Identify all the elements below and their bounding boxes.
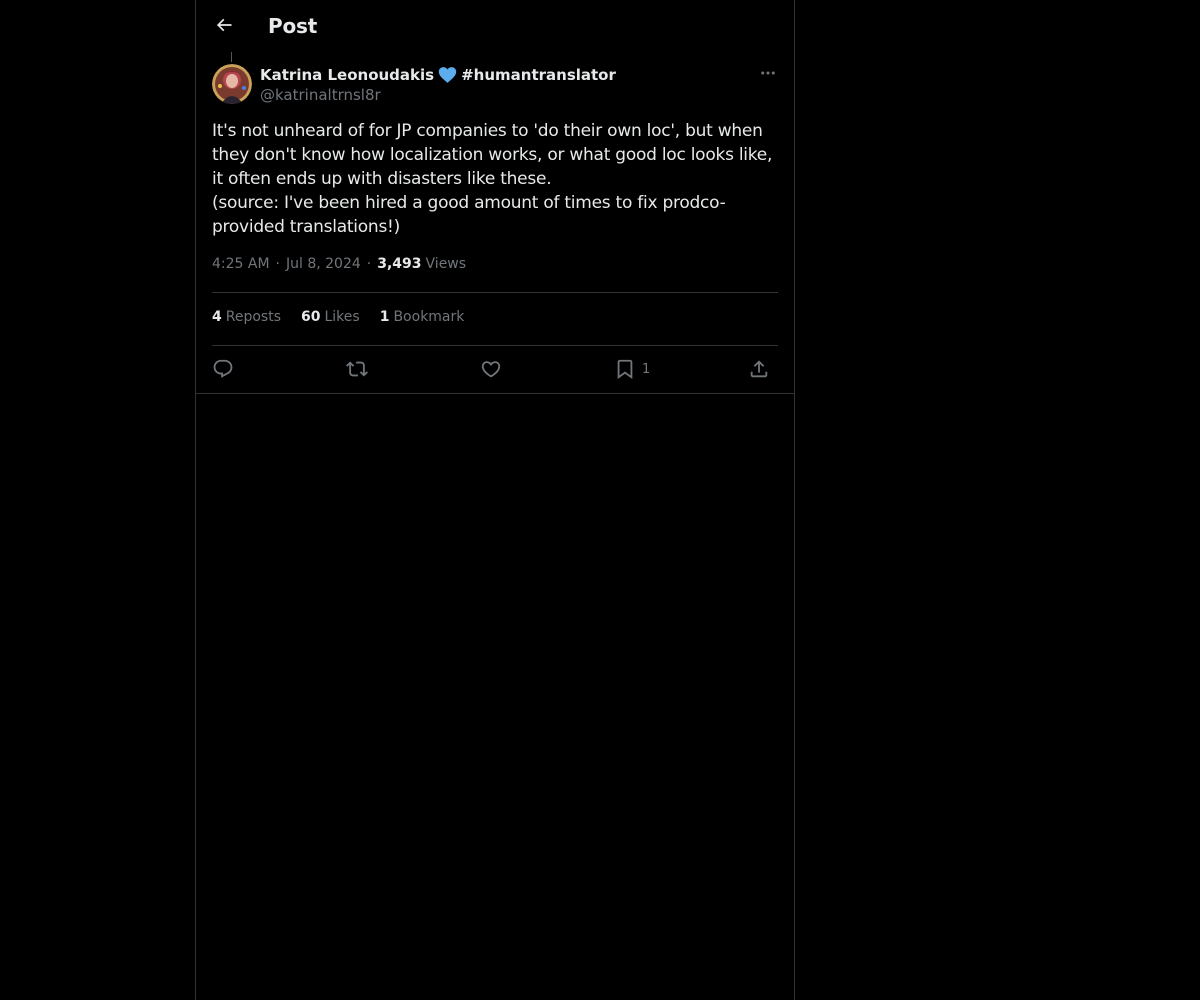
back-button[interactable] xyxy=(208,11,240,43)
engagement-stats: 4 Reposts 60 Likes 1 Bookmark xyxy=(212,309,484,325)
arrow-left-icon xyxy=(214,15,234,39)
like-heart-icon xyxy=(480,358,502,380)
views-label: Views xyxy=(425,256,467,272)
reposts-count: 4 xyxy=(212,309,222,325)
bookmarks-stat[interactable]: 1 Bookmark xyxy=(380,309,465,325)
reply-icon xyxy=(212,358,234,380)
separator-dot: · xyxy=(366,256,372,272)
post-actions: 1 xyxy=(212,356,778,382)
repost-button[interactable] xyxy=(346,356,368,382)
divider xyxy=(212,292,778,293)
separator-dot: · xyxy=(275,256,280,272)
bookmark-button[interactable]: 1 xyxy=(614,356,650,382)
reposts-stat[interactable]: 4 Reposts xyxy=(212,309,281,325)
divider xyxy=(212,345,778,346)
likes-stat[interactable]: 60 Likes xyxy=(301,309,360,325)
bookmark-count: 1 xyxy=(642,361,651,377)
post-header: Post xyxy=(196,0,794,54)
author-name-row: Katrina Leonoudakis #humantranslator xyxy=(260,65,616,85)
share-button[interactable] xyxy=(748,356,770,382)
views-count: 3,493 xyxy=(377,256,422,272)
post-bottom-border xyxy=(196,393,794,394)
thread-connector-line xyxy=(231,52,232,62)
likes-label: Likes xyxy=(324,309,360,325)
avatar[interactable] xyxy=(212,64,252,104)
post-date[interactable]: Jul 8, 2024 xyxy=(286,256,361,272)
post-text: It's not unheard of for JP companies to … xyxy=(212,121,773,237)
more-options-button[interactable] xyxy=(754,64,782,86)
like-button[interactable] xyxy=(480,356,502,382)
repost-icon xyxy=(346,358,368,380)
post-time[interactable]: 4:25 AM xyxy=(212,256,270,272)
bookmark-icon xyxy=(614,358,636,380)
bookmarks-count: 1 xyxy=(379,309,390,325)
likes-count: 60 xyxy=(301,309,321,325)
post-column: Post Katrina Leonoudakis #humantranslato… xyxy=(195,0,795,1000)
blue-heart-icon xyxy=(438,66,457,84)
reply-button[interactable] xyxy=(212,356,234,382)
post-metadata: 4:25 AM · Jul 8, 2024 · 3,493 Views xyxy=(212,256,466,272)
share-icon xyxy=(748,358,770,380)
author-handle[interactable]: @katrinaltrnsl8r xyxy=(260,86,381,104)
author-display-name[interactable]: Katrina Leonoudakis xyxy=(260,66,434,84)
author-hashtag[interactable]: #humantranslator xyxy=(461,66,616,84)
reposts-label: Reposts xyxy=(225,309,281,325)
bookmarks-label: Bookmark xyxy=(393,309,465,325)
page-title: Post xyxy=(268,14,318,38)
more-dots-icon xyxy=(759,64,777,86)
